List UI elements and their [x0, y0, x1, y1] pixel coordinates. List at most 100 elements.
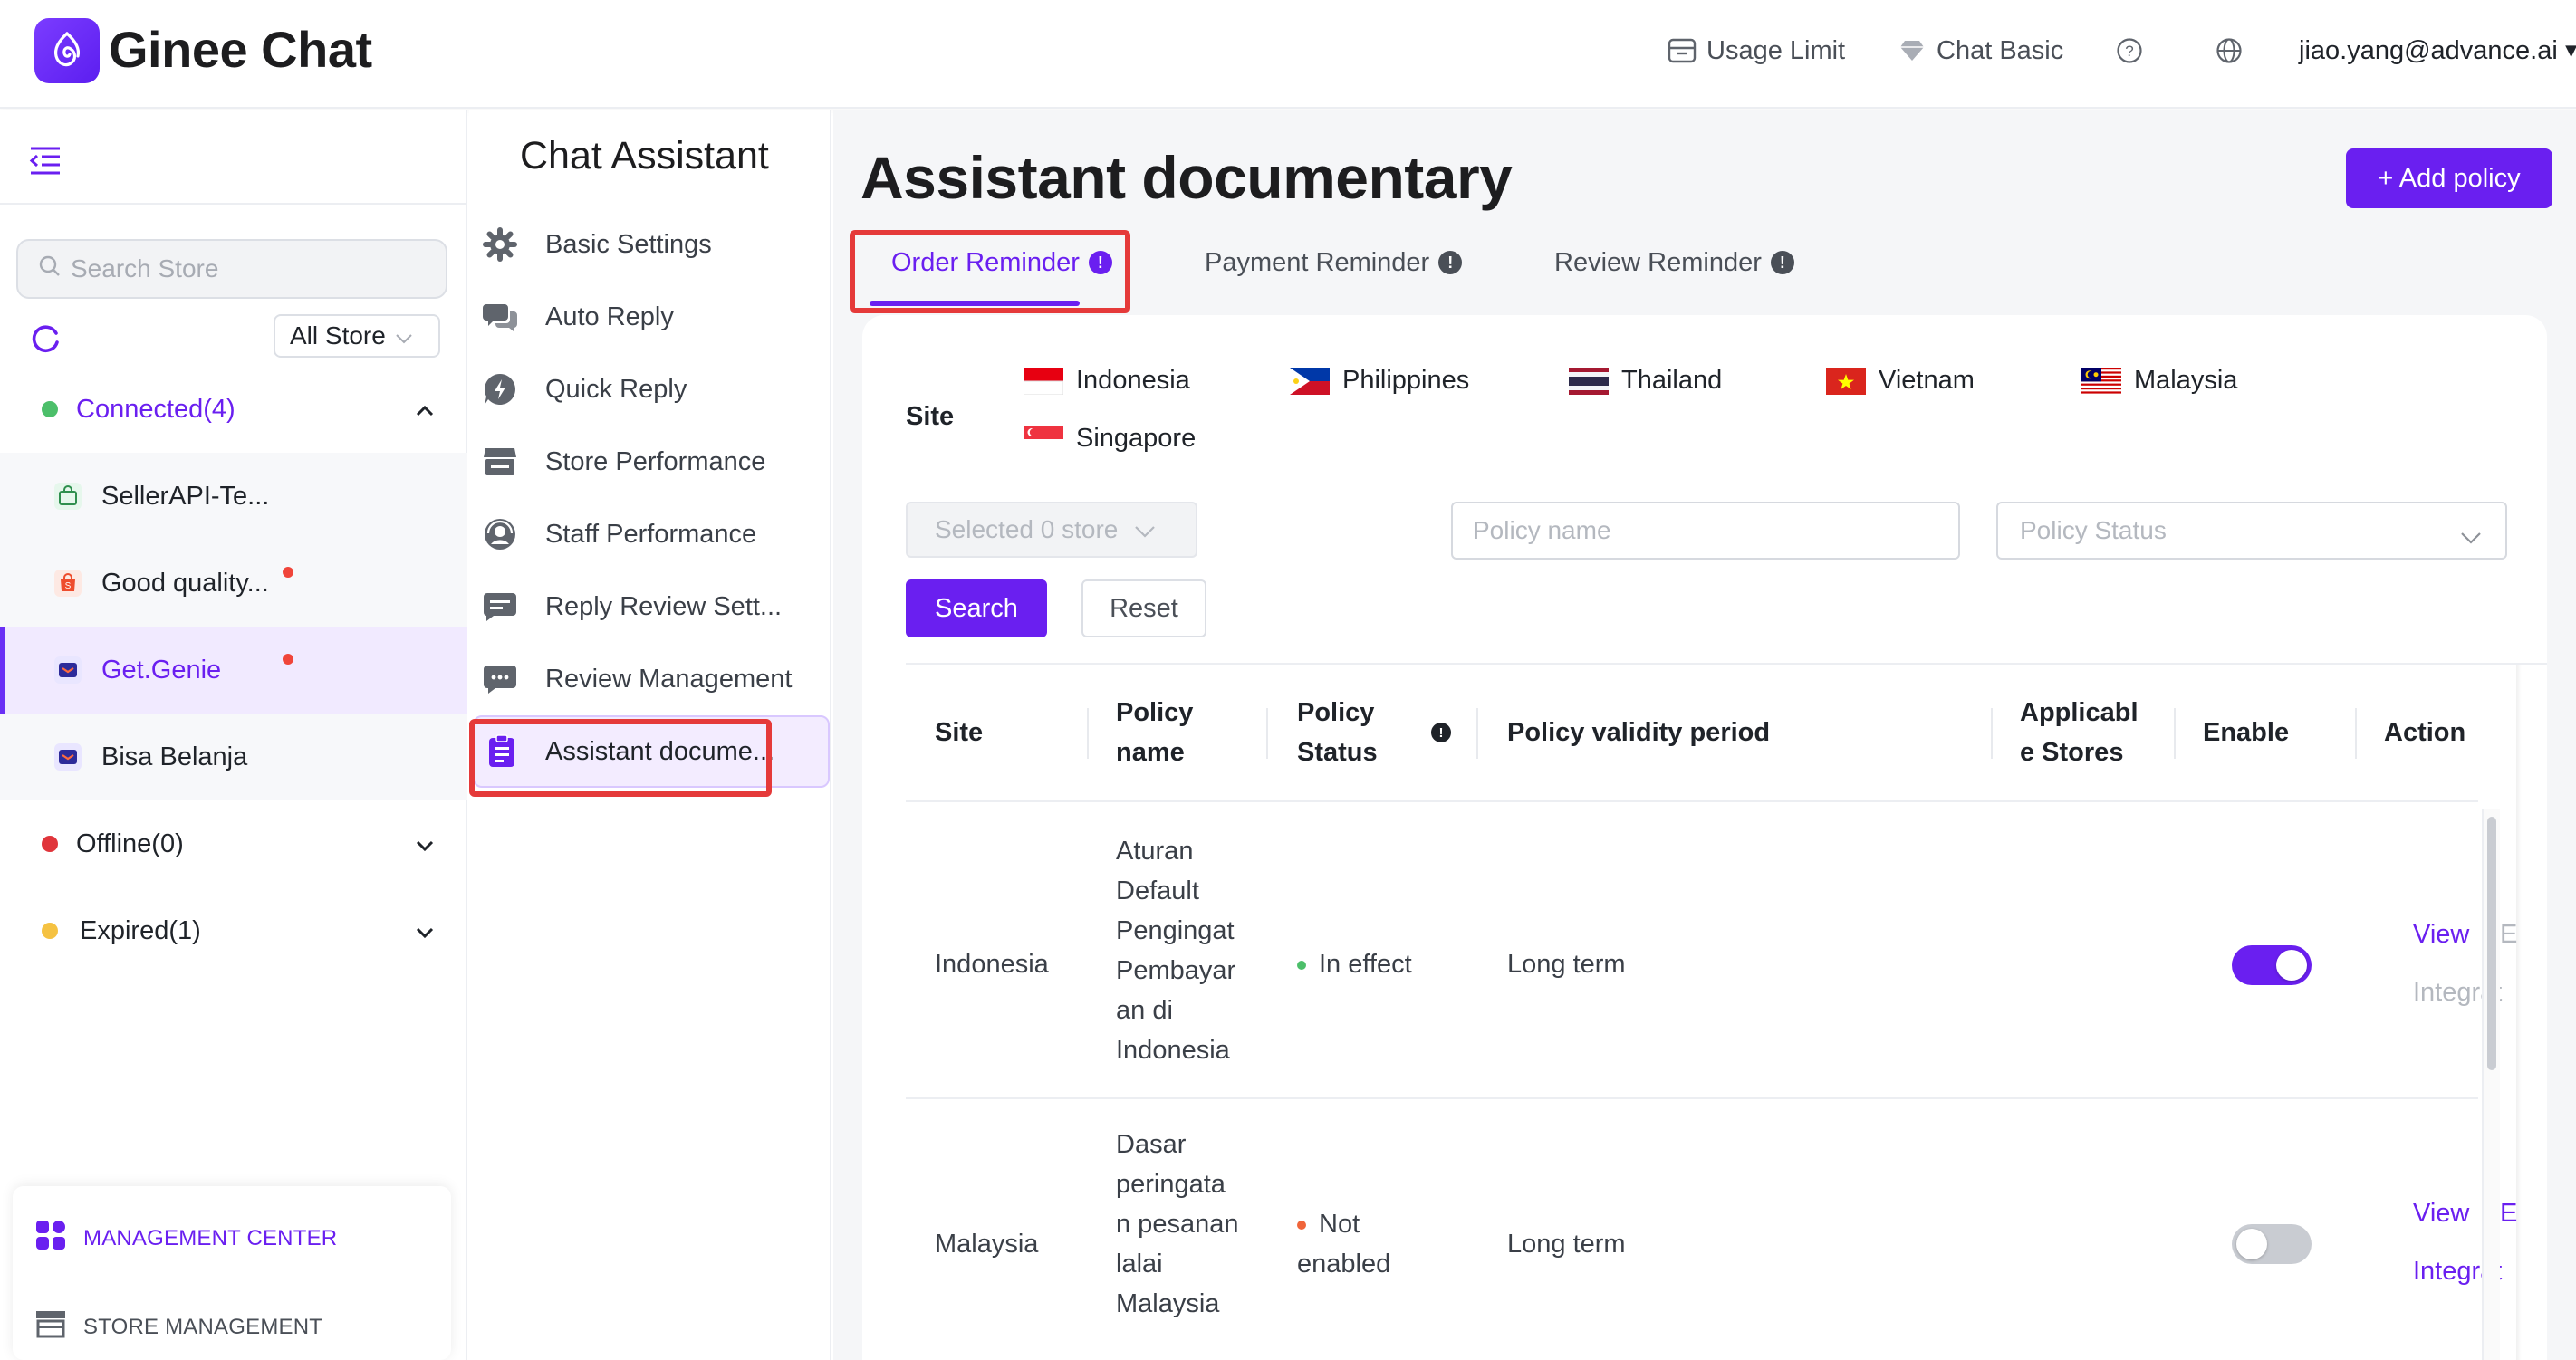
policy-table: Site Policy name Policy Status ! Policy … — [906, 663, 2547, 1360]
store-item-bisa-belanja[interactable]: Bisa Belanja — [0, 714, 467, 800]
unread-dot — [283, 654, 293, 665]
header-separator — [2355, 708, 2357, 759]
ginee-logo-icon[interactable] — [34, 18, 100, 83]
status-text: In effect — [1319, 950, 1412, 979]
search-store-input[interactable]: Search Store — [16, 239, 447, 299]
menu-review-management[interactable]: Review Management — [469, 643, 831, 715]
diamond-icon — [1897, 35, 1927, 66]
tab-label: Review Reminder — [1554, 247, 1762, 277]
status-text: Not — [1319, 1210, 1360, 1239]
usage-limit-link[interactable]: Usage Limit — [1667, 33, 1845, 69]
site-option-philippines[interactable]: Philippines — [1290, 366, 1469, 396]
site-option-malaysia[interactable]: Malaysia — [2081, 366, 2237, 396]
cell-policy-status: Not enabled — [1297, 1204, 1390, 1284]
lazada-icon — [54, 743, 82, 771]
tab-review-reminder[interactable]: Review Reminder ! — [1554, 237, 1794, 288]
collapse-menu-icon[interactable] — [27, 145, 63, 181]
menu-label: Assistant docume... — [545, 736, 775, 766]
menu-label: Basic Settings — [545, 229, 712, 259]
header-line: name — [1116, 738, 1185, 767]
site-option-thailand[interactable]: Thailand — [1569, 366, 1722, 396]
tab-order-reminder[interactable]: Order Reminder ! — [891, 237, 1112, 288]
menu-label: Auto Reply — [545, 302, 674, 331]
info-icon[interactable]: ! — [1438, 251, 1463, 274]
view-link[interactable]: View — [2413, 1193, 2469, 1233]
policy-name-input[interactable] — [1451, 502, 1960, 560]
menu-quick-reply[interactable]: Quick Reply — [469, 353, 831, 426]
store-filter-select[interactable]: All Store — [274, 314, 440, 358]
header-separator — [2174, 708, 2176, 759]
offline-status-dot — [42, 836, 58, 852]
management-center-link[interactable]: MANAGEMENT CENTER — [34, 1219, 337, 1258]
active-tab-indicator — [870, 301, 1080, 306]
edit-link[interactable]: E — [2500, 1193, 2517, 1233]
menu-staff-performance[interactable]: Staff Performance — [469, 498, 831, 570]
refresh-icon[interactable] — [27, 321, 63, 357]
cell-line: Malaysia — [1116, 1289, 1220, 1318]
menu-label: Staff Performance — [545, 519, 757, 549]
site-option-indonesia[interactable]: Indonesia — [1024, 366, 1190, 396]
scrollbar-thumb[interactable] — [2487, 817, 2496, 1070]
reset-button[interactable]: Reset — [1081, 579, 1206, 637]
globe-icon — [2214, 35, 2244, 66]
search-button[interactable]: Search — [906, 579, 1047, 637]
header-validity: Policy validity period — [1507, 718, 1771, 747]
help-button[interactable]: ? — [2114, 33, 2145, 69]
page-title: Assistant documentary — [860, 144, 1513, 211]
chevron-up-icon — [415, 395, 435, 425]
store-item-good-quality[interactable]: S Good quality... — [0, 540, 467, 627]
menu-reply-review-settings[interactable]: Reply Review Sett... — [469, 570, 831, 643]
language-button[interactable] — [2214, 33, 2244, 69]
cell-line: n pesanan — [1116, 1210, 1239, 1239]
top-bar: Ginee Chat Usage Limit Chat Basic ? jiao… — [0, 0, 2576, 109]
connected-status-dot — [42, 401, 58, 417]
unread-dot — [283, 567, 293, 578]
menu-store-performance[interactable]: Store Performance — [469, 426, 831, 498]
tab-label: Order Reminder — [891, 247, 1080, 277]
plan-link[interactable]: Chat Basic — [1897, 33, 2063, 69]
cell-line: peringata — [1116, 1170, 1226, 1199]
enable-toggle[interactable] — [2232, 945, 2312, 985]
info-icon[interactable]: ! — [1088, 251, 1112, 274]
view-link[interactable]: View — [2413, 915, 2469, 954]
edit-link[interactable]: E — [2500, 915, 2517, 954]
menu-basic-settings[interactable]: Basic Settings — [469, 208, 831, 281]
site-option-singapore[interactable]: Singapore — [1024, 424, 1196, 454]
group-expired[interactable]: Expired(1) — [0, 895, 467, 967]
usage-limit-icon — [1667, 35, 1697, 66]
cell-line: Indonesia — [1116, 1036, 1230, 1065]
store-select[interactable]: Selected 0 store — [906, 502, 1197, 558]
store-icon — [482, 444, 518, 480]
header-policy-status: Policy Status — [1297, 665, 1378, 800]
svg-text:S: S — [65, 581, 72, 591]
cell-policy-name: Dasar peringata n pesanan lalai Malaysia — [1116, 1125, 1238, 1324]
gear-icon — [482, 226, 518, 263]
header-action: Action — [2384, 718, 2466, 747]
sidebar-divider — [0, 203, 467, 205]
site-label: Thailand — [1621, 366, 1723, 395]
store-management-link[interactable]: STORE MANAGEMENT — [34, 1309, 322, 1345]
cell-line: an di — [1116, 996, 1173, 1025]
app-name: Ginee Chat — [109, 21, 372, 78]
store-filter-value: All Store — [290, 321, 386, 350]
site-filter-label: Site — [906, 402, 955, 431]
menu-assistant-documentary[interactable]: Assistant docume... — [473, 715, 830, 788]
user-menu[interactable]: jiao.yang@advance.ai ▼ — [2299, 33, 2576, 69]
tab-label: Payment Reminder — [1205, 247, 1430, 277]
site-option-vietnam[interactable]: Vietnam — [1826, 366, 1975, 396]
store-item-get-genie[interactable]: Get.Genie — [0, 627, 467, 714]
menu-auto-reply[interactable]: Auto Reply — [469, 281, 831, 353]
table-scrollbar[interactable] — [2482, 809, 2500, 1360]
info-icon[interactable]: ! — [1431, 723, 1451, 742]
store-item-sellerapi[interactable]: SellerAPI-Te... — [0, 453, 467, 540]
policy-panel: Site Indonesia Philippines Thailand Viet… — [862, 315, 2547, 1360]
info-icon[interactable]: ! — [1770, 251, 1794, 274]
header-applicable-stores: Applicabl e Stores — [2020, 665, 2139, 800]
policy-status-select[interactable]: Policy Status — [1996, 502, 2507, 560]
group-offline[interactable]: Offline(0) — [0, 808, 467, 880]
add-policy-button[interactable]: + Add policy — [2346, 148, 2552, 208]
tab-payment-reminder[interactable]: Payment Reminder ! — [1205, 237, 1463, 288]
group-connected[interactable]: Connected(4) — [0, 373, 467, 445]
cell-validity: Long term — [1507, 950, 1626, 979]
enable-toggle[interactable] — [2232, 1224, 2312, 1264]
